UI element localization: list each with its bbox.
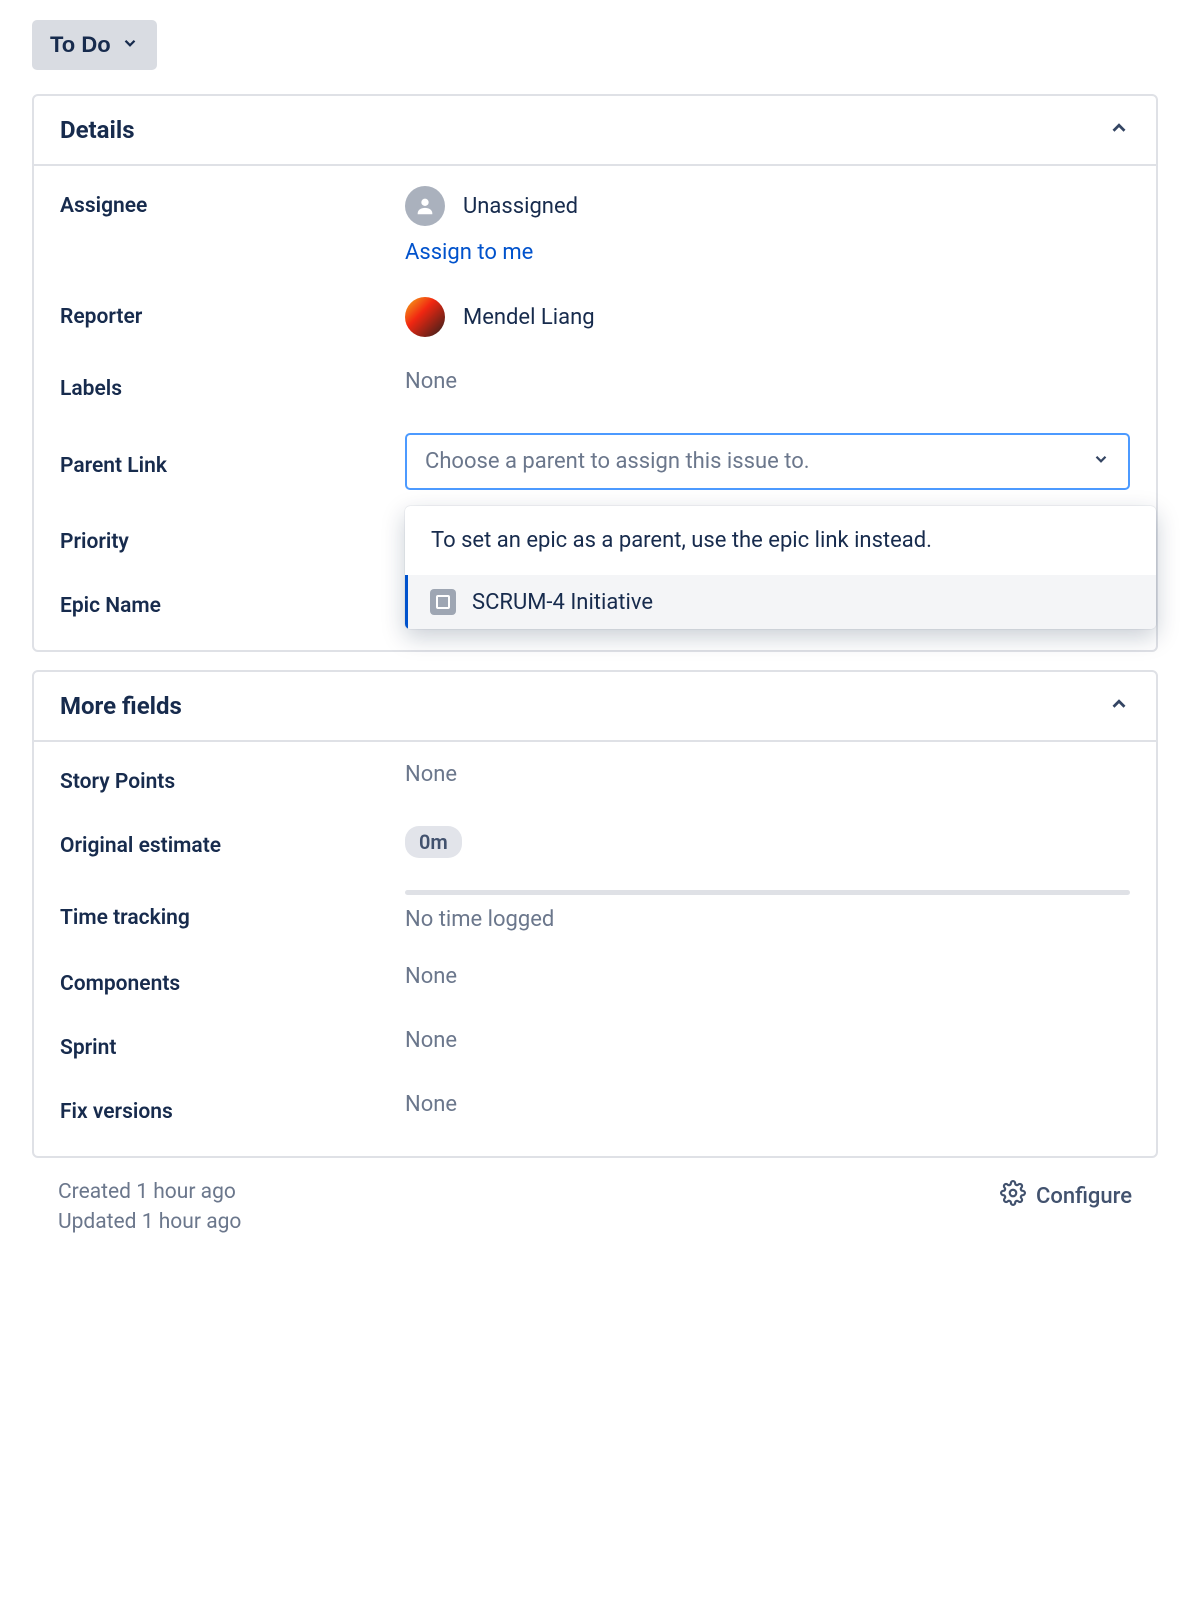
field-assignee: Assignee Unassigned Assign to me — [60, 170, 1130, 281]
status-label: To Do — [50, 32, 111, 58]
configure-button[interactable]: Configure — [1000, 1180, 1132, 1212]
time-tracking-bar — [405, 890, 1130, 895]
avatar — [405, 297, 445, 337]
chevron-up-icon — [1108, 693, 1130, 719]
details-title: Details — [60, 116, 135, 144]
more-fields-panel: More fields Story Points None Original e… — [32, 670, 1158, 1158]
priority-label: Priority — [60, 522, 405, 554]
story-points-label: Story Points — [60, 762, 405, 794]
gear-icon — [1000, 1180, 1026, 1212]
person-icon — [405, 186, 445, 226]
more-fields-title: More fields — [60, 692, 182, 720]
field-reporter: Reporter Mendel Liang — [60, 281, 1130, 353]
timestamps: Created 1 hour ago Updated 1 hour ago — [58, 1180, 241, 1240]
parent-link-dropdown-help: To set an epic as a parent, use the epic… — [405, 506, 1156, 575]
field-story-points: Story Points None — [60, 746, 1130, 810]
initiative-icon — [430, 589, 456, 615]
parent-link-option-label: SCRUM-4 Initiative — [472, 590, 653, 615]
updated-timestamp: Updated 1 hour ago — [58, 1210, 241, 1234]
configure-label: Configure — [1036, 1184, 1132, 1209]
field-sprint: Sprint None — [60, 1012, 1130, 1076]
story-points-value[interactable]: None — [405, 762, 1130, 787]
created-timestamp: Created 1 hour ago — [58, 1180, 241, 1204]
details-header[interactable]: Details — [34, 96, 1156, 166]
labels-label: Labels — [60, 369, 405, 401]
fix-versions-label: Fix versions — [60, 1092, 405, 1124]
parent-link-select[interactable]: Choose a parent to assign this issue to. — [405, 433, 1130, 490]
assign-to-me-link[interactable]: Assign to me — [405, 240, 533, 265]
epic-name-label: Epic Name — [60, 586, 405, 618]
details-panel: Details Assignee Unassigned Assign to me — [32, 94, 1158, 652]
footer: Created 1 hour ago Updated 1 hour ago Co… — [32, 1158, 1158, 1240]
labels-value[interactable]: None — [405, 369, 1130, 394]
original-estimate-value[interactable]: 0m — [405, 826, 1130, 858]
assignee-label: Assignee — [60, 186, 405, 218]
reporter-value[interactable]: Mendel Liang — [405, 297, 1130, 337]
assignee-text: Unassigned — [463, 194, 578, 219]
chevron-down-icon — [121, 32, 139, 58]
components-value[interactable]: None — [405, 964, 1130, 989]
time-tracking-value[interactable]: No time logged — [405, 890, 1130, 932]
field-parent-link: Parent Link Choose a parent to assign th… — [60, 417, 1130, 506]
status-button[interactable]: To Do — [32, 20, 157, 70]
chevron-down-icon — [1092, 449, 1110, 474]
parent-link-option[interactable]: SCRUM-4 Initiative — [405, 575, 1156, 629]
time-tracking-label: Time tracking — [60, 890, 405, 930]
time-tracking-text: No time logged — [405, 907, 554, 932]
field-fix-versions: Fix versions None — [60, 1076, 1130, 1146]
chevron-up-icon — [1108, 117, 1130, 143]
parent-link-label: Parent Link — [60, 446, 405, 478]
estimate-badge: 0m — [405, 826, 462, 858]
field-labels: Labels None — [60, 353, 1130, 417]
field-original-estimate: Original estimate 0m — [60, 810, 1130, 874]
field-time-tracking: Time tracking No time logged — [60, 874, 1130, 948]
field-components: Components None — [60, 948, 1130, 1012]
more-fields-header[interactable]: More fields — [34, 672, 1156, 742]
assignee-value[interactable]: Unassigned — [405, 186, 1130, 226]
reporter-text: Mendel Liang — [463, 305, 595, 330]
parent-link-dropdown: To set an epic as a parent, use the epic… — [405, 506, 1156, 629]
reporter-label: Reporter — [60, 297, 405, 329]
parent-link-placeholder: Choose a parent to assign this issue to. — [425, 449, 810, 474]
sprint-label: Sprint — [60, 1028, 405, 1060]
fix-versions-value[interactable]: None — [405, 1092, 1130, 1117]
original-estimate-label: Original estimate — [60, 826, 405, 858]
components-label: Components — [60, 964, 405, 996]
sprint-value[interactable]: None — [405, 1028, 1130, 1053]
